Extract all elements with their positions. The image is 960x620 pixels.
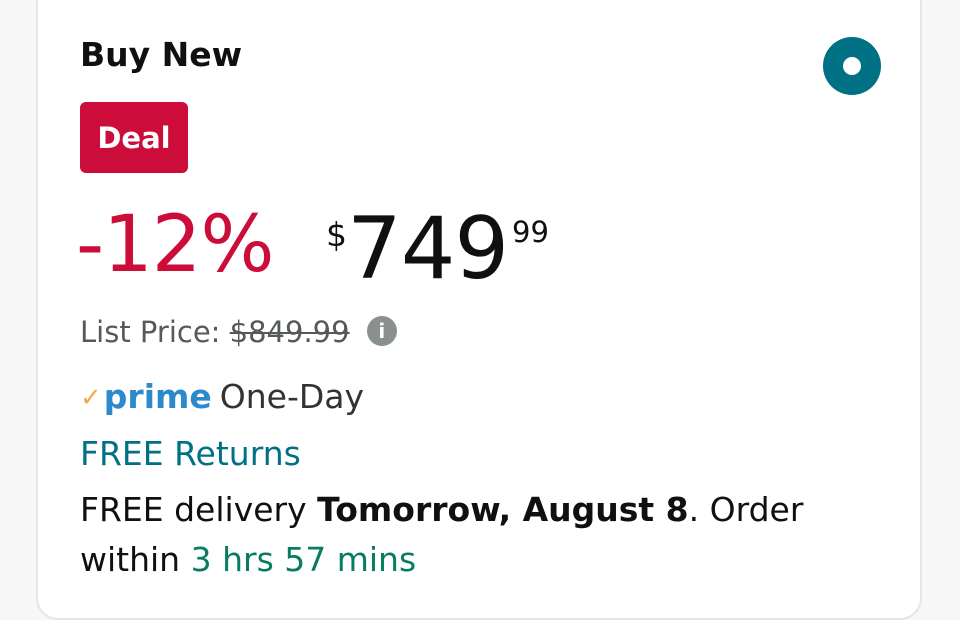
discount-percent: -12% — [76, 200, 275, 290]
delivery-message: FREE delivery Tomorrow, August 8. Order … — [80, 485, 860, 585]
prime-badge-row: ✓prime One-Day — [80, 380, 364, 413]
free-returns-link[interactable]: FREE Returns — [80, 437, 301, 470]
buy-new-radio-button[interactable] — [823, 37, 881, 95]
price-currency-symbol: $ — [326, 215, 347, 254]
delivery-countdown: 3 hrs 57 mins — [190, 540, 417, 579]
delivery-date: Tomorrow, August 8 — [317, 490, 689, 529]
price-whole: 749 — [347, 199, 509, 299]
list-price-label: List Price: — [80, 315, 221, 349]
info-icon[interactable]: i — [366, 316, 397, 346]
prime-logo: prime — [103, 377, 212, 416]
prime-check-icon: ✓ — [80, 383, 102, 413]
buy-new-title: Buy New — [80, 35, 243, 74]
list-price-row: List Price: $849.99 i — [80, 315, 397, 349]
price-fraction: 99 — [512, 215, 549, 249]
deal-badge: Deal — [80, 102, 188, 173]
radio-selected-dot — [843, 57, 861, 75]
prime-delivery-speed: One-Day — [219, 377, 365, 416]
list-price-value: $849.99 — [229, 315, 350, 349]
delivery-prefix: FREE delivery — [80, 490, 307, 529]
